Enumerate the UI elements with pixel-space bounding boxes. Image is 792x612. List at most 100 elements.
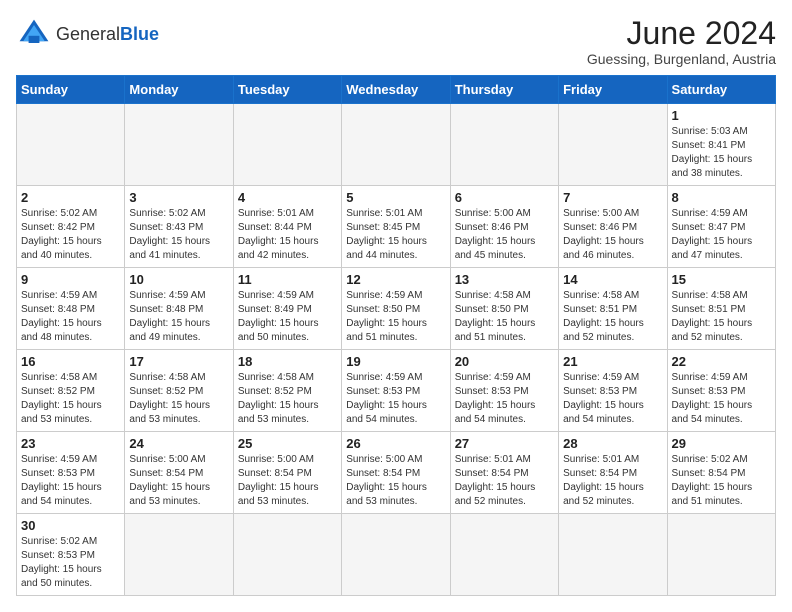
- sun-info: Sunrise: 4:58 AM Sunset: 8:52 PM Dayligh…: [129, 371, 228, 427]
- weekday-header-tuesday: Tuesday: [233, 76, 341, 104]
- sun-info: Sunrise: 4:59 AM Sunset: 8:53 PM Dayligh…: [672, 371, 771, 427]
- calendar-cell: 22 Sunrise: 4:59 AM Sunset: 8:53 PM Dayli…: [667, 350, 775, 432]
- calendar-cell: 6Sunrise: 5:00 AM Sunset: 8:46 PM Daylig…: [450, 186, 558, 268]
- weekday-header-sunday: Sunday: [17, 76, 125, 104]
- calendar-cell: 3 Sunrise: 5:02 AM Sunset: 8:43 PM Daylig…: [125, 186, 233, 268]
- weekday-header-saturday: Saturday: [667, 76, 775, 104]
- sun-info: Sunrise: 4:59 AM Sunset: 8:49 PM Dayligh…: [238, 289, 337, 345]
- calendar-cell: [559, 104, 667, 186]
- sun-info: Sunrise: 5:01 AM Sunset: 8:54 PM Dayligh…: [563, 453, 662, 509]
- day-number: 17: [129, 354, 228, 369]
- day-number: 22: [672, 354, 771, 369]
- day-number: 24: [129, 436, 228, 451]
- sun-info: Sunrise: 5:03 AM Sunset: 8:41 PM Dayligh…: [672, 125, 771, 181]
- sun-info: Sunrise: 5:02 AM Sunset: 8:53 PM Dayligh…: [21, 535, 120, 591]
- sun-info: Sunrise: 4:58 AM Sunset: 8:52 PM Dayligh…: [21, 371, 120, 427]
- calendar-cell: 11 Sunrise: 4:59 AM Sunset: 8:49 PM Dayli…: [233, 268, 341, 350]
- day-number: 10: [129, 272, 228, 287]
- day-number: 25: [238, 436, 337, 451]
- sun-info: Sunrise: 4:58 AM Sunset: 8:51 PM Dayligh…: [672, 289, 771, 345]
- day-number: 9: [21, 272, 120, 287]
- day-number: 15: [672, 272, 771, 287]
- sun-info: Sunrise: 5:00 AM Sunset: 8:46 PM Dayligh…: [563, 207, 662, 263]
- calendar-cell: [17, 104, 125, 186]
- calendar-cell: 12 Sunrise: 4:59 AM Sunset: 8:50 PM Dayli…: [342, 268, 450, 350]
- day-number: 12: [346, 272, 445, 287]
- title-block: June 2024 Guessing, Burgenland, Austria: [587, 16, 776, 67]
- calendar-cell: 16 Sunrise: 4:58 AM Sunset: 8:52 PM Dayli…: [17, 350, 125, 432]
- calendar-cell: [125, 514, 233, 596]
- weekday-header-monday: Monday: [125, 76, 233, 104]
- calendar-cell: 26 Sunrise: 5:00 AM Sunset: 8:54 PM Dayli…: [342, 432, 450, 514]
- calendar-cell: [342, 104, 450, 186]
- calendar-cell: [559, 514, 667, 596]
- calendar-cell: 21 Sunrise: 4:59 AM Sunset: 8:53 PM Dayli…: [559, 350, 667, 432]
- sun-info: Sunrise: 4:59 AM Sunset: 8:53 PM Dayligh…: [563, 371, 662, 427]
- logo: GeneralBlue: [16, 16, 159, 52]
- day-number: 7: [563, 190, 662, 205]
- logo-text: GeneralBlue: [56, 25, 159, 43]
- day-number: 16: [21, 354, 120, 369]
- sun-info: Sunrise: 5:01 AM Sunset: 8:45 PM Dayligh…: [346, 207, 445, 263]
- day-number: 29: [672, 436, 771, 451]
- day-number: 21: [563, 354, 662, 369]
- day-number: 30: [21, 518, 120, 533]
- calendar-cell: 18Sunrise: 4:58 AM Sunset: 8:52 PM Dayli…: [233, 350, 341, 432]
- day-number: 28: [563, 436, 662, 451]
- sun-info: Sunrise: 5:02 AM Sunset: 8:54 PM Dayligh…: [672, 453, 771, 509]
- day-number: 27: [455, 436, 554, 451]
- calendar-header: GeneralBlue June 2024 Guessing, Burgenla…: [16, 16, 776, 67]
- calendar-cell: 5 Sunrise: 5:01 AM Sunset: 8:45 PM Daylig…: [342, 186, 450, 268]
- calendar-cell: 1 Sunrise: 5:03 AM Sunset: 8:41 PM Daylig…: [667, 104, 775, 186]
- calendar-week-row: 2 Sunrise: 5:02 AM Sunset: 8:42 PM Daylig…: [17, 186, 776, 268]
- calendar-week-row: 16 Sunrise: 4:58 AM Sunset: 8:52 PM Dayli…: [17, 350, 776, 432]
- day-number: 23: [21, 436, 120, 451]
- day-number: 11: [238, 272, 337, 287]
- day-number: 4: [238, 190, 337, 205]
- calendar-week-row: 23Sunrise: 4:59 AM Sunset: 8:53 PM Dayli…: [17, 432, 776, 514]
- calendar-cell: 28 Sunrise: 5:01 AM Sunset: 8:54 PM Dayli…: [559, 432, 667, 514]
- day-number: 5: [346, 190, 445, 205]
- day-number: 18: [238, 354, 337, 369]
- calendar-cell: 15 Sunrise: 4:58 AM Sunset: 8:51 PM Dayli…: [667, 268, 775, 350]
- day-number: 26: [346, 436, 445, 451]
- calendar-table: SundayMondayTuesdayWednesdayThursdayFrid…: [16, 75, 776, 596]
- calendar-cell: 13 Sunrise: 4:58 AM Sunset: 8:50 PM Dayli…: [450, 268, 558, 350]
- day-number: 2: [21, 190, 120, 205]
- calendar-cell: 10Sunrise: 4:59 AM Sunset: 8:48 PM Dayli…: [125, 268, 233, 350]
- weekday-header-wednesday: Wednesday: [342, 76, 450, 104]
- calendar-cell: 8 Sunrise: 4:59 AM Sunset: 8:47 PM Daylig…: [667, 186, 775, 268]
- calendar-cell: [450, 104, 558, 186]
- generalblue-logo-icon: [16, 16, 52, 52]
- day-number: 14: [563, 272, 662, 287]
- day-number: 19: [346, 354, 445, 369]
- sun-info: Sunrise: 4:59 AM Sunset: 8:48 PM Dayligh…: [21, 289, 120, 345]
- day-number: 8: [672, 190, 771, 205]
- calendar-week-row: 30 Sunrise: 5:02 AM Sunset: 8:53 PM Dayli…: [17, 514, 776, 596]
- calendar-cell: 17 Sunrise: 4:58 AM Sunset: 8:52 PM Dayli…: [125, 350, 233, 432]
- calendar-cell: 14 Sunrise: 4:58 AM Sunset: 8:51 PM Dayli…: [559, 268, 667, 350]
- calendar-cell: 4Sunrise: 5:01 AM Sunset: 8:44 PM Daylig…: [233, 186, 341, 268]
- day-number: 1: [672, 108, 771, 123]
- weekday-header-friday: Friday: [559, 76, 667, 104]
- weekday-header-thursday: Thursday: [450, 76, 558, 104]
- sun-info: Sunrise: 5:00 AM Sunset: 8:54 PM Dayligh…: [129, 453, 228, 509]
- sun-info: Sunrise: 5:02 AM Sunset: 8:42 PM Dayligh…: [21, 207, 120, 263]
- day-number: 20: [455, 354, 554, 369]
- calendar-cell: [233, 104, 341, 186]
- sun-info: Sunrise: 4:58 AM Sunset: 8:50 PM Dayligh…: [455, 289, 554, 345]
- calendar-cell: 20Sunrise: 4:59 AM Sunset: 8:53 PM Dayli…: [450, 350, 558, 432]
- day-number: 3: [129, 190, 228, 205]
- sun-info: Sunrise: 5:02 AM Sunset: 8:43 PM Dayligh…: [129, 207, 228, 263]
- calendar-week-row: 9 Sunrise: 4:59 AM Sunset: 8:48 PM Daylig…: [17, 268, 776, 350]
- calendar-cell: 24 Sunrise: 5:00 AM Sunset: 8:54 PM Dayli…: [125, 432, 233, 514]
- sun-info: Sunrise: 5:00 AM Sunset: 8:54 PM Dayligh…: [346, 453, 445, 509]
- sun-info: Sunrise: 4:59 AM Sunset: 8:47 PM Dayligh…: [672, 207, 771, 263]
- sun-info: Sunrise: 4:59 AM Sunset: 8:50 PM Dayligh…: [346, 289, 445, 345]
- weekday-header-row: SundayMondayTuesdayWednesdayThursdayFrid…: [17, 76, 776, 104]
- day-number: 13: [455, 272, 554, 287]
- day-number: 6: [455, 190, 554, 205]
- calendar-cell: [342, 514, 450, 596]
- calendar-cell: [450, 514, 558, 596]
- sun-info: Sunrise: 4:58 AM Sunset: 8:51 PM Dayligh…: [563, 289, 662, 345]
